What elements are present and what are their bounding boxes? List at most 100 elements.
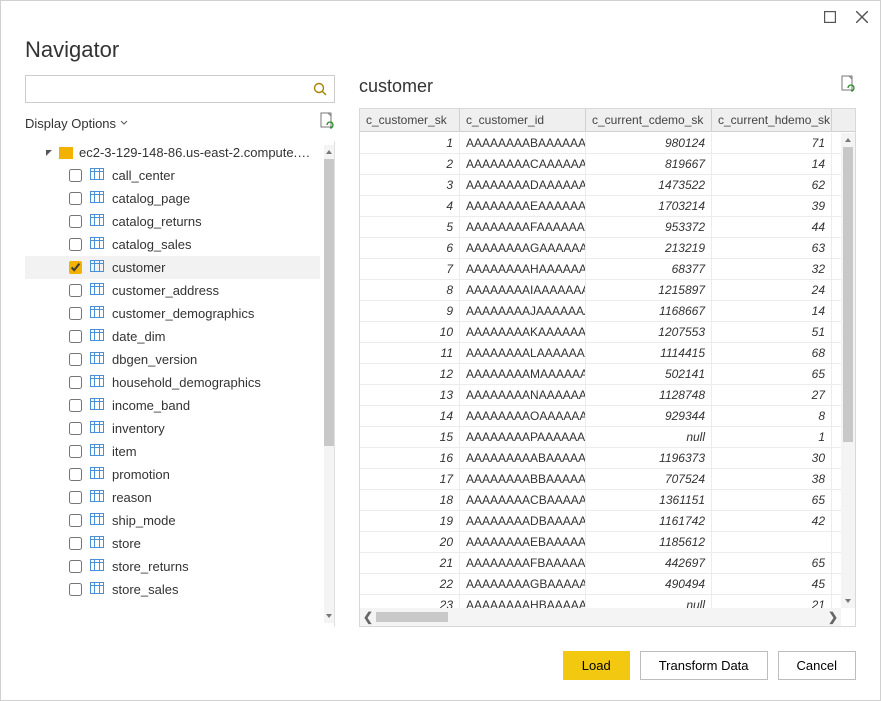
tree-table-item[interactable]: store_sales — [25, 578, 320, 601]
search-box[interactable] — [25, 75, 335, 103]
tree-scroll-thumb[interactable] — [324, 159, 334, 446]
table-row[interactable]: 19AAAAAAAADBAAAAAA116174242 — [360, 511, 841, 532]
table-row[interactable]: 6AAAAAAAAGAAAAAAA21321963 — [360, 238, 841, 259]
cell-hdemo-sk: 65 — [712, 364, 832, 384]
tree-table-item[interactable]: customer_demographics — [25, 302, 320, 325]
refresh-icon[interactable] — [319, 112, 335, 135]
table-checkbox[interactable] — [69, 537, 82, 550]
table-row[interactable]: 22AAAAAAAAGBAAAAAA49049445 — [360, 574, 841, 595]
column-header[interactable]: c_customer_id — [460, 109, 586, 131]
table-checkbox[interactable] — [69, 169, 82, 182]
load-button[interactable]: Load — [563, 651, 630, 680]
cell-hdemo-sk: 24 — [712, 280, 832, 300]
table-row[interactable]: 12AAAAAAAAMAAAAAAA50214165 — [360, 364, 841, 385]
maximize-icon[interactable] — [824, 10, 836, 28]
tree-table-item[interactable]: reason — [25, 486, 320, 509]
grid-scroll-thumb-h[interactable] — [376, 612, 448, 622]
tree-table-item[interactable]: household_demographics — [25, 371, 320, 394]
scroll-right-arrow-icon[interactable]: ❯ — [825, 610, 841, 624]
table-row[interactable]: 16AAAAAAAAABAAAAAA119637330 — [360, 448, 841, 469]
table-row[interactable]: 13AAAAAAAANAAAAAAA112874827 — [360, 385, 841, 406]
tree-table-item[interactable]: date_dim — [25, 325, 320, 348]
table-row[interactable]: 18AAAAAAAACBAAAAAA136115165 — [360, 490, 841, 511]
table-checkbox[interactable] — [69, 376, 82, 389]
table-checkbox[interactable] — [69, 307, 82, 320]
tree-table-item[interactable]: income_band — [25, 394, 320, 417]
grid-scroll-thumb-v[interactable] — [843, 147, 853, 442]
close-icon[interactable] — [856, 10, 868, 28]
table-row[interactable]: 3AAAAAAAADAAAAAAA147352262 — [360, 175, 841, 196]
transform-data-button[interactable]: Transform Data — [640, 651, 768, 680]
tree-table-item[interactable]: store — [25, 532, 320, 555]
table-checkbox[interactable] — [69, 238, 82, 251]
tree-table-item[interactable]: item — [25, 440, 320, 463]
table-checkbox[interactable] — [69, 491, 82, 504]
column-header[interactable]: c_current_hdemo_sk — [712, 109, 832, 131]
grid-scrollbar-horizontal[interactable]: ❮ ❯ — [360, 608, 841, 626]
cancel-button[interactable]: Cancel — [778, 651, 856, 680]
table-checkbox[interactable] — [69, 284, 82, 297]
table-row[interactable]: 23AAAAAAAAHBAAAAAAnull21 — [360, 595, 841, 608]
table-row[interactable]: 11AAAAAAAALAAAAAAA111441568 — [360, 343, 841, 364]
table-row[interactable]: 4AAAAAAAAEAAAAAAA170321439 — [360, 196, 841, 217]
tree-table-item[interactable]: customer — [25, 256, 320, 279]
tree-table-item[interactable]: inventory — [25, 417, 320, 440]
scroll-down-arrow-icon[interactable] — [324, 607, 334, 625]
table-row[interactable]: 10AAAAAAAAKAAAAAAA120755351 — [360, 322, 841, 343]
cell-cdemo-sk: 953372 — [586, 217, 712, 237]
table-row[interactable]: 21AAAAAAAAFBAAAAAA44269765 — [360, 553, 841, 574]
table-row[interactable]: 8AAAAAAAAIAAAAAAA121589724 — [360, 280, 841, 301]
scroll-down-arrow-icon[interactable] — [841, 594, 855, 608]
column-header[interactable]: c_current_cdemo_sk — [586, 109, 712, 131]
tree-table-item[interactable]: store_returns — [25, 555, 320, 578]
table-checkbox[interactable] — [69, 560, 82, 573]
grid-scrollbar-vertical[interactable] — [841, 133, 855, 608]
cell-customer-id: AAAAAAAAOAAAAAAA — [460, 406, 586, 426]
table-icon — [90, 191, 104, 206]
column-header[interactable]: c_customer_sk — [360, 109, 460, 131]
cell-hdemo-sk: 42 — [712, 511, 832, 531]
table-label: catalog_sales — [112, 237, 192, 252]
tree-table-item[interactable]: call_center — [25, 164, 320, 187]
table-row[interactable]: 17AAAAAAAABBAAAAAA70752438 — [360, 469, 841, 490]
display-options-dropdown[interactable]: Display Options — [25, 116, 128, 131]
table-row[interactable]: 2AAAAAAAACAAAAAAA81966714 — [360, 154, 841, 175]
page-title: Navigator — [25, 37, 856, 63]
scroll-left-arrow-icon[interactable]: ❮ — [360, 610, 376, 624]
cell-hdemo-sk — [712, 532, 832, 552]
tree-table-item[interactable]: catalog_sales — [25, 233, 320, 256]
tree-table-item[interactable]: dbgen_version — [25, 348, 320, 371]
tree-table-item[interactable]: ship_mode — [25, 509, 320, 532]
table-checkbox[interactable] — [69, 445, 82, 458]
table-row[interactable]: 20AAAAAAAAEBAAAAAA1185612 — [360, 532, 841, 553]
table-row[interactable]: 15AAAAAAAAPAAAAAAAnull1 — [360, 427, 841, 448]
table-row[interactable]: 14AAAAAAAAOAAAAAAA9293448 — [360, 406, 841, 427]
tree-root-node[interactable]: ec2-3-129-148-86.us-east-2.compute.amaz… — [25, 141, 320, 164]
table-checkbox[interactable] — [69, 583, 82, 596]
search-input[interactable] — [26, 76, 306, 102]
table-row[interactable]: 9AAAAAAAAJAAAAAAA116866714 — [360, 301, 841, 322]
table-icon — [90, 490, 104, 505]
table-row[interactable]: 7AAAAAAAAHAAAAAAA6837732 — [360, 259, 841, 280]
preview-options-icon[interactable] — [840, 75, 856, 98]
table-checkbox[interactable] — [69, 330, 82, 343]
table-checkbox[interactable] — [69, 422, 82, 435]
tree-table-item[interactable]: catalog_returns — [25, 210, 320, 233]
tree-scrollbar[interactable] — [324, 145, 334, 623]
table-checkbox[interactable] — [69, 192, 82, 205]
table-label: promotion — [112, 467, 170, 482]
scroll-up-arrow-icon[interactable] — [841, 133, 855, 147]
table-row[interactable]: 5AAAAAAAAFAAAAAAA95337244 — [360, 217, 841, 238]
table-checkbox[interactable] — [69, 353, 82, 366]
tree-table-item[interactable]: customer_address — [25, 279, 320, 302]
tree-table-item[interactable]: catalog_page — [25, 187, 320, 210]
table-row[interactable]: 1AAAAAAAABAAAAAAA98012471 — [360, 133, 841, 154]
table-label: store_sales — [112, 582, 178, 597]
table-checkbox[interactable] — [69, 399, 82, 412]
search-icon[interactable] — [306, 76, 334, 102]
table-checkbox[interactable] — [69, 468, 82, 481]
table-checkbox[interactable] — [69, 215, 82, 228]
tree-table-item[interactable]: promotion — [25, 463, 320, 486]
table-checkbox[interactable] — [69, 261, 82, 274]
table-checkbox[interactable] — [69, 514, 82, 527]
